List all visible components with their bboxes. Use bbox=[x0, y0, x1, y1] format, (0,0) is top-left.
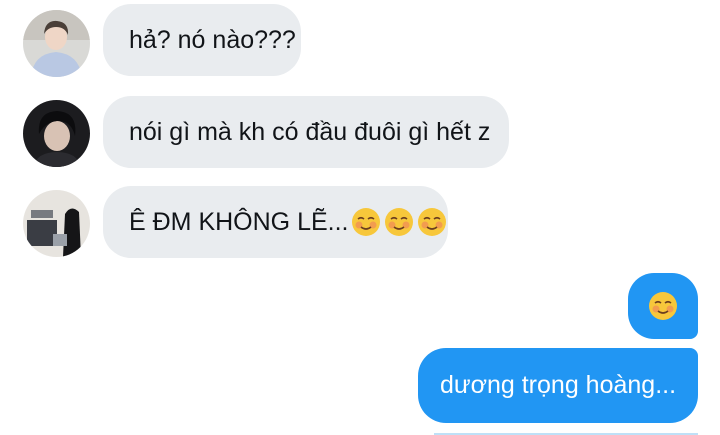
chat-thread: hả? nó nào??? nói gì mà kh có đầu đuôi g… bbox=[0, 0, 720, 435]
avatar[interactable] bbox=[23, 190, 90, 257]
avatar-room-photo-image bbox=[23, 190, 90, 257]
message-bubble-outgoing[interactable]: dương trọng hoàng... bbox=[418, 348, 698, 423]
smiling-face-icon bbox=[648, 291, 678, 321]
smiling-face-icon bbox=[351, 207, 381, 237]
smiling-face-icon bbox=[384, 207, 414, 237]
message-text: Ê ĐM KHÔNG LẼ... bbox=[129, 207, 349, 236]
smiling-face-icon bbox=[417, 207, 447, 237]
message-text: hả? nó nào??? bbox=[129, 25, 296, 54]
avatar[interactable] bbox=[23, 10, 90, 77]
avatar[interactable] bbox=[23, 100, 90, 167]
message-bubble-outgoing[interactable] bbox=[628, 273, 698, 339]
message-bubble-incoming[interactable]: Ê ĐM KHÔNG LẼ... bbox=[103, 186, 448, 258]
message-text: nói gì mà kh có đầu đuôi gì hết z bbox=[129, 117, 491, 146]
message-bubble-incoming[interactable]: hả? nó nào??? bbox=[103, 4, 301, 76]
message-text: dương trọng hoàng... bbox=[439, 371, 677, 399]
message-bubble-incoming[interactable]: nói gì mà kh có đầu đuôi gì hết z bbox=[103, 96, 509, 168]
avatar-dark-hair-image bbox=[23, 100, 90, 167]
avatar-white-hoodie-image bbox=[23, 10, 90, 77]
